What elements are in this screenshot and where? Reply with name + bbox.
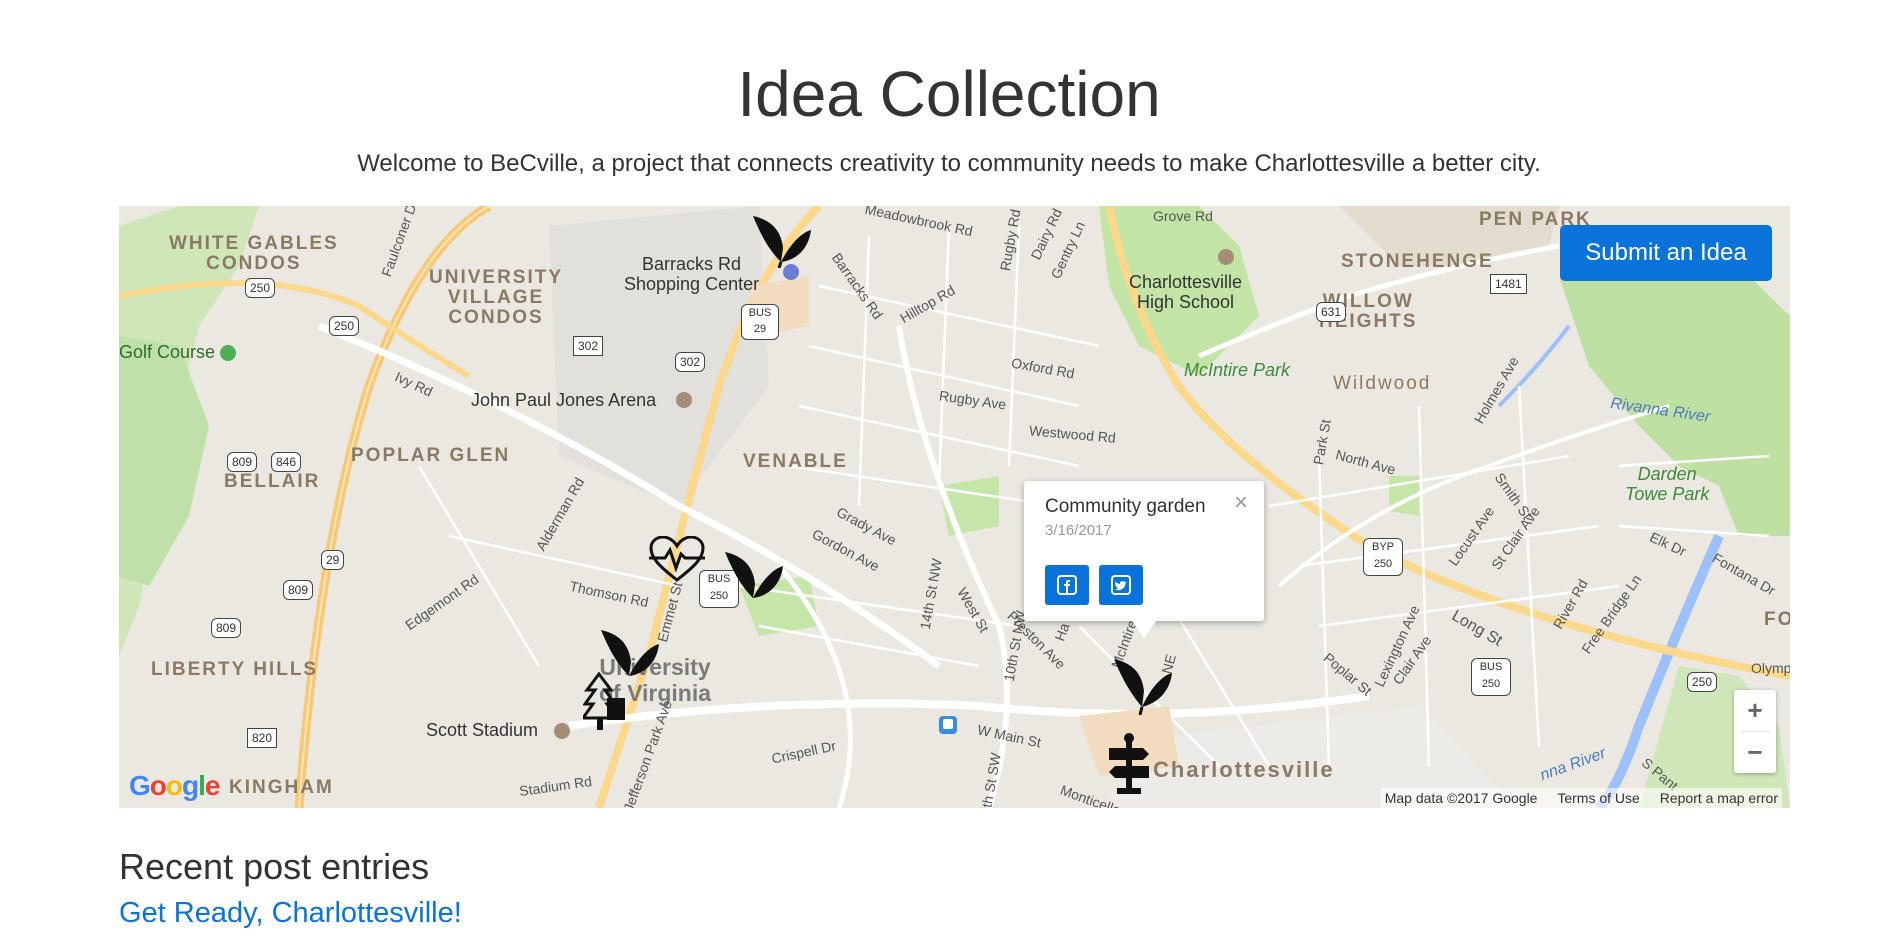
- place-label-scott-stadium: Scott Stadium: [426, 720, 539, 740]
- health-heart-marker-icon[interactable]: [649, 536, 705, 584]
- page-title: Idea Collection: [737, 58, 1161, 130]
- google-logo[interactable]: Google: [129, 770, 220, 802]
- area-label-poplar-glen: POPLAR GLEN: [351, 445, 511, 466]
- street-olympia: Olymp: [1751, 660, 1790, 676]
- terms-of-use-link[interactable]: Terms of Use: [1557, 790, 1639, 806]
- area-label-wildwood: Wildwood: [1333, 373, 1432, 394]
- idea-map[interactable]: WHITE GABLES CONDOS UNIVERSITY VILLAGE C…: [119, 206, 1790, 808]
- submit-idea-button[interactable]: Submit an Idea: [1560, 225, 1772, 281]
- zoom-in-button[interactable]: +: [1734, 690, 1776, 731]
- facebook-share-button[interactable]: [1045, 565, 1089, 605]
- facebook-icon: [1057, 575, 1077, 595]
- leaf-marker-icon[interactable]: [723, 548, 785, 604]
- route-shield: 302: [675, 352, 706, 372]
- area-label-fo: FO: [1764, 609, 1790, 630]
- route-shield: BYP 250: [1363, 538, 1403, 576]
- area-label-stonehenge: STONEHENGE: [1341, 251, 1494, 272]
- route-shield: 1481: [1490, 274, 1527, 294]
- route-shield: 250: [329, 316, 360, 336]
- place-label-darden: Darden Towe Park: [1625, 464, 1710, 504]
- place-label-golf: Golf Course: [119, 342, 216, 362]
- map-attribution: Map data ©2017 Google Terms of Use Repor…: [1380, 788, 1782, 808]
- route-shield: 302: [573, 336, 604, 356]
- golf-poi-icon: [220, 345, 236, 361]
- popup-date: 3/16/2017: [1045, 522, 1112, 539]
- transit-icon: [939, 716, 957, 734]
- recent-posts-heading: Recent post entries: [119, 846, 430, 887]
- place-label-chs: Charlottesville High School: [1129, 272, 1243, 312]
- zoom-control: + −: [1734, 690, 1776, 773]
- route-shield: 631: [1316, 302, 1347, 322]
- area-label-kingham: KINGHAM: [229, 777, 334, 798]
- stadium-poi-icon: [554, 723, 570, 739]
- street-grove: Grove Rd: [1153, 208, 1213, 224]
- school-poi-icon: [1218, 249, 1234, 265]
- area-label-bellair: BELLAIR: [224, 471, 321, 492]
- place-label-jpj: John Paul Jones Arena: [471, 390, 657, 410]
- route-shield: 250: [1687, 672, 1718, 692]
- area-label-liberty-hills: LIBERTY HILLS: [151, 659, 319, 680]
- route-shield: 250: [245, 278, 276, 298]
- zoom-out-button[interactable]: −: [1734, 732, 1776, 773]
- page-subtitle: Welcome to BeCville, a project that conn…: [357, 150, 1541, 177]
- leaf-marker-icon[interactable]: [1112, 653, 1174, 715]
- area-label-white-gables: WHITE GABLES CONDOS: [169, 233, 339, 274]
- map-data-text: Map data ©2017 Google: [1384, 790, 1538, 806]
- route-shield: 846: [271, 452, 302, 472]
- area-label-venable: VENABLE: [743, 451, 848, 472]
- shopping-poi-icon: [783, 264, 799, 280]
- route-shield: BUS 250: [1471, 658, 1511, 696]
- route-shield: 809: [211, 618, 242, 638]
- popup-title: Community garden: [1045, 496, 1206, 517]
- area-label-university-village: UNIVERSITY VILLAGE CONDOS: [429, 267, 564, 328]
- leaf-marker-icon[interactable]: [751, 212, 813, 268]
- arena-poi-icon: [676, 392, 692, 408]
- place-label-barracks: Barracks Rd Shopping Center: [624, 254, 760, 294]
- route-shield: 29: [321, 550, 345, 570]
- close-icon[interactable]: ×: [1234, 491, 1248, 515]
- route-shield: 809: [227, 452, 258, 472]
- place-label-mcintire: McIntire Park: [1184, 360, 1291, 380]
- route-shield: BUS 29: [741, 304, 779, 340]
- report-map-error-link[interactable]: Report a map error: [1660, 790, 1778, 806]
- signpost-marker-icon[interactable]: [1107, 732, 1151, 794]
- place-label-charlottesville: Charlottesville: [1153, 757, 1335, 782]
- twitter-share-button[interactable]: [1099, 565, 1143, 605]
- route-shield: 820: [247, 728, 278, 748]
- twitter-icon: [1111, 575, 1131, 595]
- post-link[interactable]: Get Ready, Charlottesville!: [119, 897, 462, 930]
- idea-info-window: Community garden 3/16/2017 ×: [1024, 481, 1264, 638]
- tree-marker-icon[interactable]: [583, 672, 629, 732]
- route-shield: 809: [283, 580, 314, 600]
